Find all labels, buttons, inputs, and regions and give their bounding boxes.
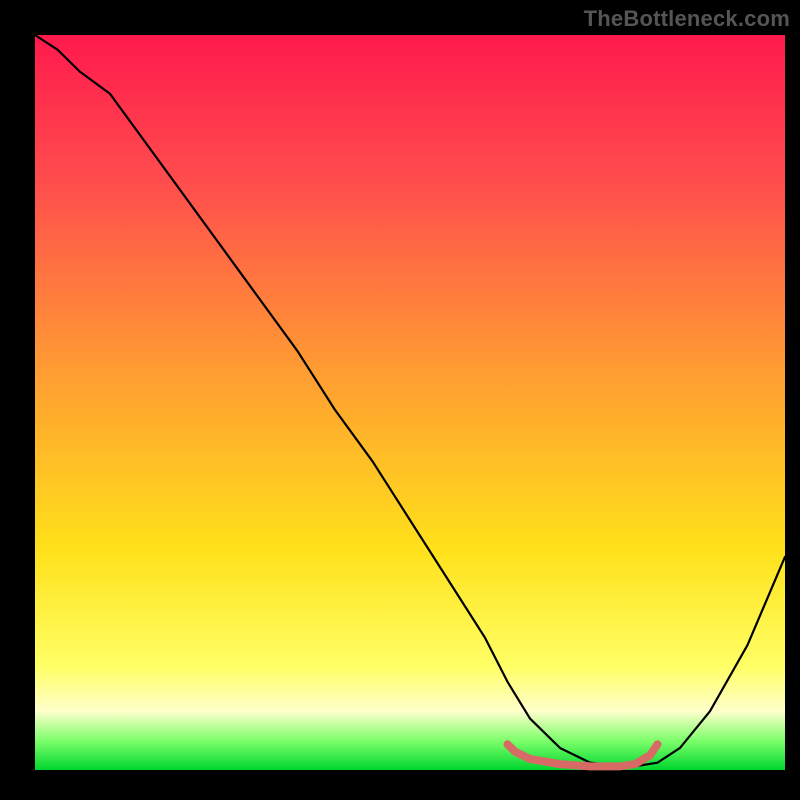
- watermark-label: TheBottleneck.com: [584, 6, 790, 32]
- chart-container: TheBottleneck.com: [0, 0, 800, 800]
- bottleneck-chart: [0, 0, 800, 800]
